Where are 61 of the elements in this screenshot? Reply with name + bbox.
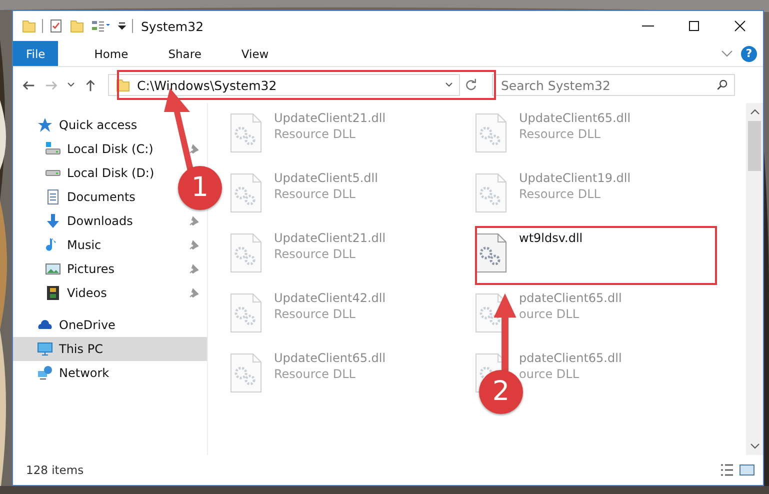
nav-item[interactable]: Network bbox=[13, 361, 114, 385]
help-button[interactable]: ? bbox=[741, 46, 757, 62]
item-count: 128 items bbox=[26, 463, 84, 477]
file-type: Resource DLL bbox=[274, 127, 356, 141]
ribbon-tab[interactable]: Home bbox=[80, 41, 142, 66]
maximize-icon bbox=[688, 20, 700, 32]
file-name[interactable]: wt9ldsv.dll bbox=[519, 231, 583, 245]
pin-icon[interactable] bbox=[189, 240, 199, 250]
nav-item[interactable]: Quick access bbox=[13, 113, 142, 137]
drive-icon bbox=[45, 170, 61, 176]
expand-ribbon-icon[interactable] bbox=[721, 50, 733, 58]
scroll-thumb[interactable] bbox=[748, 121, 761, 171]
properties-icon[interactable] bbox=[48, 18, 64, 34]
network-icon bbox=[37, 365, 53, 381]
view-dropdown-icon[interactable] bbox=[90, 18, 112, 34]
large-icons-view-icon[interactable] bbox=[739, 462, 755, 478]
pin-icon[interactable] bbox=[189, 264, 199, 274]
ribbon-tab[interactable]: View bbox=[227, 41, 283, 66]
film-icon bbox=[45, 285, 61, 301]
pin-icon[interactable] bbox=[189, 288, 199, 298]
file-type: ource DLL bbox=[519, 367, 580, 381]
close-icon bbox=[734, 20, 746, 32]
address-dropdown-icon[interactable] bbox=[445, 81, 453, 89]
nav-item[interactable]: This PC bbox=[13, 337, 207, 361]
nav-item[interactable]: Music bbox=[13, 233, 106, 257]
star-icon bbox=[37, 117, 53, 133]
nav-item[interactable]: Downloads bbox=[13, 209, 137, 233]
file-type: ource DLL bbox=[519, 307, 580, 321]
nav-item[interactable]: OneDrive bbox=[13, 313, 120, 337]
minimize-icon bbox=[642, 25, 654, 27]
file-type: Resource DLL bbox=[519, 127, 602, 141]
nav-item[interactable]: Local Disk (D:) bbox=[13, 161, 158, 185]
file-type: Resource DLL bbox=[274, 187, 356, 201]
drive-icon bbox=[45, 141, 61, 157]
file-type: Resource DLL bbox=[274, 247, 356, 261]
pin-icon[interactable] bbox=[189, 144, 199, 154]
landscape-icon bbox=[45, 261, 61, 277]
scroll-up-icon[interactable] bbox=[750, 109, 760, 115]
nav-item[interactable]: Documents bbox=[13, 185, 140, 209]
file-type: Resource DLL bbox=[519, 187, 602, 201]
refresh-icon[interactable] bbox=[464, 78, 478, 92]
details-view-icon[interactable] bbox=[719, 462, 735, 478]
scroll-down-icon[interactable] bbox=[750, 443, 760, 449]
download-arrow-icon bbox=[45, 213, 61, 229]
pin-icon[interactable] bbox=[189, 216, 199, 226]
search-icon[interactable] bbox=[716, 78, 729, 91]
scrollbar[interactable] bbox=[746, 103, 763, 455]
monitor-icon bbox=[37, 341, 53, 357]
nav-item[interactable]: Local Disk (C:) bbox=[13, 137, 158, 161]
folder-icon bbox=[21, 18, 37, 34]
search-field[interactable]: Search System32 bbox=[492, 74, 735, 96]
window-title: System32 bbox=[141, 18, 204, 34]
file-type: Resource DLL bbox=[274, 367, 356, 381]
ribbon-tab[interactable]: File bbox=[13, 41, 58, 66]
nav-item[interactable]: Pictures bbox=[13, 257, 119, 281]
ribbon-tab[interactable]: Share bbox=[154, 41, 216, 66]
recent-dropdown-icon[interactable] bbox=[67, 81, 75, 89]
address-field[interactable]: C:\Windows\System32 bbox=[108, 74, 460, 96]
nav-item[interactable]: Videos bbox=[13, 281, 111, 305]
file-type: Resource DLL bbox=[274, 307, 356, 321]
document-icon bbox=[45, 189, 61, 205]
